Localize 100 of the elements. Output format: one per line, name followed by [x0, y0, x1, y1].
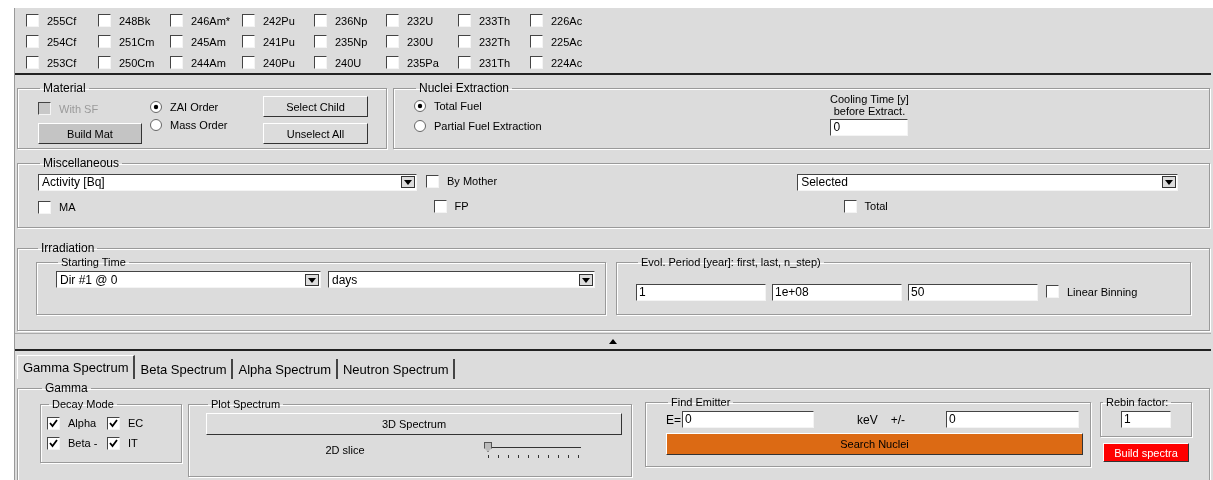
collapse-arrow-icon[interactable] [609, 339, 617, 344]
input-field[interactable]: 0 [830, 119, 909, 136]
dropdown[interactable]: Selected [797, 173, 1179, 191]
checkbox-label: 253Cf [47, 56, 77, 69]
checkbox[interactable] [107, 416, 120, 430]
checkbox-label: 224Ac [551, 56, 583, 69]
tab[interactable]: Gamma Spectrum [17, 355, 136, 379]
checkbox[interactable] [433, 199, 447, 213]
group-title: Irradiation [40, 241, 96, 255]
checkbox-label: 244Am [191, 56, 226, 69]
checkbox-label: EC [128, 417, 144, 429]
plus-minus-label: +/- [890, 412, 906, 427]
group-title: Miscellaneous [42, 156, 121, 170]
group-title: Plot Spectrum [210, 397, 282, 411]
radio-label: Total Fuel [434, 100, 482, 112]
checkbox[interactable] [98, 56, 111, 69]
checkbox[interactable] [458, 35, 471, 48]
checkbox-label: 245Am [191, 35, 226, 48]
checkbox[interactable] [314, 35, 327, 48]
build-mat-button[interactable]: Build Mat [38, 123, 142, 144]
checkbox-label: 232Th [479, 35, 511, 48]
checkbox[interactable] [26, 56, 39, 69]
checkbox[interactable] [386, 35, 399, 48]
checkbox-label: Linear Binning [1067, 285, 1138, 298]
checkbox-label: 232U [407, 14, 434, 27]
checkbox[interactable] [386, 14, 399, 27]
checkbox-label: 235Pa [407, 56, 439, 69]
checkbox-label: FP [454, 200, 469, 212]
action-button[interactable]: Select Child [263, 96, 368, 117]
checkbox-label: 251Cm [119, 35, 155, 48]
checkbox[interactable] [314, 56, 327, 69]
group-title: Rebin factor: [1105, 395, 1170, 409]
input-field[interactable]: 0 [682, 411, 814, 428]
input-field[interactable]: 1e+08 [772, 284, 902, 301]
checkbox[interactable] [47, 416, 60, 430]
radio-button[interactable] [414, 120, 426, 132]
group-title: Evol. Period [year]: first, last, n_step) [640, 255, 822, 269]
radio-button[interactable] [414, 100, 426, 112]
checkbox[interactable] [386, 56, 399, 69]
checkbox[interactable] [47, 436, 60, 450]
3d-spectrum-button[interactable]: 3D Spectrum [206, 413, 622, 435]
checkbox[interactable] [843, 199, 857, 213]
search-nuclei-button[interactable]: Search Nuclei [666, 433, 1083, 455]
group-title: Material [42, 81, 87, 95]
checkbox[interactable] [530, 56, 543, 69]
cooling-time-label: before Extract. [833, 105, 906, 117]
action-button[interactable]: Unselect All [263, 123, 368, 144]
checkbox[interactable] [314, 14, 327, 27]
input-field[interactable]: 0 [946, 411, 1080, 428]
checkbox[interactable] [98, 14, 111, 27]
checkbox-label: 254Cf [47, 35, 77, 48]
checkbox-label: 241Pu [263, 35, 295, 48]
group-title: Starting Time [60, 255, 127, 269]
checkbox-label: 246Am* [191, 14, 231, 27]
input-field[interactable]: 1 [1121, 411, 1171, 428]
checkbox-label: With SF [59, 102, 99, 115]
checkbox-label: 226Ac [551, 14, 583, 27]
checkbox[interactable] [426, 174, 439, 188]
checkbox[interactable] [170, 14, 183, 27]
checkbox-label: Total [864, 200, 888, 212]
checkbox[interactable] [458, 56, 471, 69]
checkbox[interactable] [98, 35, 111, 48]
checkbox-label: Alpha [68, 417, 97, 429]
checkbox[interactable] [530, 14, 543, 27]
slider-label: 2D slice [324, 444, 366, 456]
checkbox-label: 255Cf [47, 14, 77, 27]
checkbox[interactable] [26, 35, 39, 48]
radio-button[interactable] [150, 101, 162, 113]
input-field[interactable]: 1 [636, 284, 766, 301]
dropdown[interactable]: Dir #1 @ 0 [56, 271, 321, 288]
radio-label: ZAI Order [170, 101, 219, 113]
group-title: Find Emitter [670, 395, 732, 409]
checkbox[interactable] [107, 436, 120, 450]
slider[interactable] [484, 439, 581, 461]
checkbox[interactable] [458, 14, 471, 27]
checkbox[interactable] [26, 14, 39, 27]
checkbox-label: MA [59, 201, 76, 213]
checkbox[interactable] [170, 35, 183, 48]
input-field[interactable]: 50 [908, 284, 1038, 301]
checkbox[interactable] [242, 35, 255, 48]
build-spectra-button[interactable]: Build spectra [1103, 443, 1189, 462]
checkbox[interactable] [530, 35, 543, 48]
dropdown[interactable]: days [328, 271, 595, 288]
radio-label: Partial Fuel Extraction [434, 120, 542, 132]
checkbox[interactable] [1046, 285, 1059, 298]
checkbox-label: 225Ac [551, 35, 583, 48]
checkbox[interactable] [38, 200, 51, 214]
checkbox[interactable] [242, 14, 255, 27]
checkbox-label: 240U [335, 56, 362, 69]
checkbox-label: 248Bk [119, 14, 151, 27]
unit-label: keV [857, 412, 878, 427]
checkbox-label: Beta - [68, 437, 98, 449]
radio-button[interactable] [150, 119, 162, 131]
checkbox-label: 233Th [479, 14, 511, 27]
checkbox[interactable] [170, 56, 183, 69]
checkbox-label: 240Pu [263, 56, 295, 69]
dropdown[interactable]: Activity [Bq] [38, 173, 417, 191]
checkbox[interactable] [242, 56, 255, 69]
checkbox-label: 230U [407, 35, 434, 48]
cooling-time-label: Cooling Time [y] [830, 93, 909, 105]
